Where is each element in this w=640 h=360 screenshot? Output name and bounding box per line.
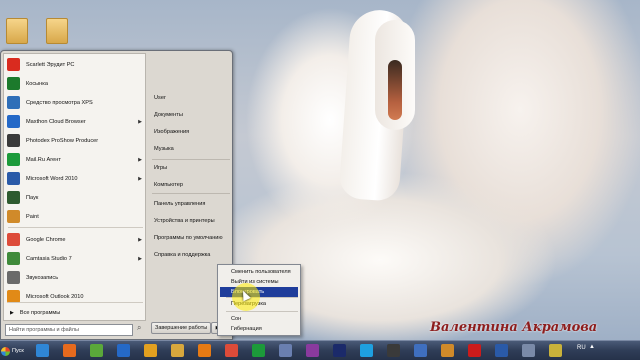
start-label: Пуск	[12, 348, 24, 354]
program-item[interactable]: Косынка	[7, 75, 145, 92]
all-programs-label: Все программы	[19, 310, 61, 316]
ie-icon[interactable]	[36, 344, 49, 357]
solitaire-icon	[7, 77, 20, 90]
video-player-icon[interactable]	[144, 344, 157, 357]
program-item[interactable]: Scarlett Эрудит PC	[7, 56, 145, 73]
program-label: Scarlett Эрудит PC	[26, 61, 75, 68]
place-item[interactable]: Компьютер	[154, 182, 183, 188]
windows-logo-icon	[1, 346, 10, 356]
submenu-arrow-icon: ▶	[138, 118, 142, 125]
place-item[interactable]: Игры	[154, 165, 167, 171]
place-item[interactable]: Изображения	[154, 129, 189, 135]
maxthon-icon	[7, 115, 20, 128]
submenu-arrow-icon: ▶	[138, 175, 142, 182]
desktop-folder-icon[interactable]	[6, 18, 28, 44]
program-label: Косынка	[26, 80, 48, 87]
chrome-icon[interactable]	[225, 344, 238, 357]
program-item[interactable]: Google Chrome ▶	[7, 231, 145, 248]
separator	[226, 311, 298, 312]
start-button[interactable]: Пуск	[1, 343, 27, 359]
spider-solitaire-icon	[7, 191, 20, 204]
paint-icon[interactable]	[441, 344, 454, 357]
media-player-icon[interactable]	[198, 344, 211, 357]
language-indicator[interactable]: RU	[577, 345, 586, 351]
shutdown-option[interactable]: Сон	[220, 314, 298, 324]
notes-icon[interactable]	[549, 344, 562, 357]
program-item[interactable]: Photodex ProShow Producer	[7, 132, 145, 149]
place-item[interactable]: User	[154, 95, 166, 101]
chrome-icon	[7, 233, 20, 246]
calendar-icon[interactable]	[279, 344, 292, 357]
separator	[152, 193, 230, 194]
program-label: Mail.Ru Агент	[26, 156, 61, 163]
program-label: Photodex ProShow Producer	[26, 137, 99, 144]
mailru-agent-icon[interactable]	[252, 344, 265, 357]
place-item[interactable]: Музыка	[154, 146, 174, 152]
program-label: Звукозапись	[26, 274, 59, 281]
word-icon[interactable]	[495, 344, 508, 357]
separator	[8, 302, 143, 303]
author-watermark: Валентина Акрамова	[430, 320, 598, 335]
program-label: Средство просмотра XPS	[26, 99, 93, 106]
all-programs-link[interactable]: ▶ Все программы	[10, 310, 60, 316]
paint-icon	[7, 210, 20, 223]
place-item[interactable]: Панель управления	[154, 201, 205, 207]
submenu-arrow-icon: ▶	[138, 255, 142, 262]
program-item[interactable]: Mail.Ru Агент ▶	[7, 151, 145, 168]
folder-icon[interactable]	[171, 344, 184, 357]
photoshop-icon[interactable]	[333, 344, 346, 357]
program-item[interactable]: Microsoft Word 2010 ▶	[7, 170, 145, 187]
programs-pane: Scarlett Эрудит PC Косынка Средство просмо…	[3, 53, 146, 321]
separator	[152, 159, 230, 160]
place-item[interactable]: Справка и поддержка	[154, 252, 210, 258]
wallpaper-swan-beak	[388, 60, 402, 120]
separator	[8, 227, 143, 228]
camtasia-icon	[7, 252, 20, 265]
network-icon[interactable]	[522, 344, 535, 357]
shutdown-option[interactable]: Гибернация	[220, 324, 298, 334]
utorrent-icon[interactable]	[90, 344, 103, 357]
place-item[interactable]: Документы	[154, 112, 183, 118]
desktop-folder-icon[interactable]	[46, 18, 68, 44]
program-item[interactable]: Паук	[7, 189, 145, 206]
place-item[interactable]: Программы по умолчанию	[154, 235, 223, 241]
taskbar: Пуск RU ▲	[0, 340, 640, 360]
sound-recorder-icon	[7, 271, 20, 284]
program-label: Paint	[26, 213, 39, 220]
start-menu: Scarlett Эрудит PC Косынка Средство просмо…	[0, 50, 233, 340]
onenote-icon[interactable]	[306, 344, 319, 357]
scarlett-icon	[7, 58, 20, 71]
shutdown-option[interactable]: Выйти из системы	[220, 277, 298, 287]
arrow-right-icon: ▶	[10, 310, 14, 316]
program-item[interactable]: Paint	[7, 208, 145, 225]
skype-icon[interactable]	[360, 344, 373, 357]
program-item[interactable]: Средство просмотра XPS	[7, 94, 145, 111]
program-item[interactable]: Звукозапись	[7, 269, 145, 286]
program-item[interactable]: Maxthon Cloud Browser ▶	[7, 113, 145, 130]
photodex-icon[interactable]	[387, 344, 400, 357]
program-label: Google Chrome	[26, 236, 66, 243]
mailru-agent-icon	[7, 153, 20, 166]
maxthon-icon[interactable]	[117, 344, 130, 357]
submenu-arrow-icon: ▶	[138, 156, 142, 163]
xps-viewer-icon	[7, 96, 20, 109]
program-item[interactable]: Camtasia Studio 7 ▶	[7, 250, 145, 267]
shutdown-option[interactable]: Сменить пользователя	[220, 267, 298, 277]
firefox-icon[interactable]	[63, 344, 76, 357]
program-label: Microsoft Outlook 2010	[26, 293, 84, 300]
tray-expand-icon[interactable]: ▲	[589, 344, 595, 350]
program-label: Camtasia Studio 7	[26, 255, 72, 262]
proshow-icon	[7, 134, 20, 147]
word-icon	[7, 172, 20, 185]
search-input[interactable]: Найти программы и файлы	[5, 324, 133, 336]
search-icon[interactable]: ⌕	[137, 323, 141, 333]
program-label: Maxthon Cloud Browser	[26, 118, 86, 125]
opera-icon[interactable]	[468, 344, 481, 357]
shutdown-button[interactable]: Завершение работы	[151, 322, 211, 334]
program-label: Microsoft Word 2010	[26, 175, 78, 182]
program-label: Паук	[26, 194, 39, 201]
submenu-arrow-icon: ▶	[138, 236, 142, 243]
mail-icon[interactable]	[414, 344, 427, 357]
place-item[interactable]: Устройства и принтеры	[154, 218, 215, 224]
